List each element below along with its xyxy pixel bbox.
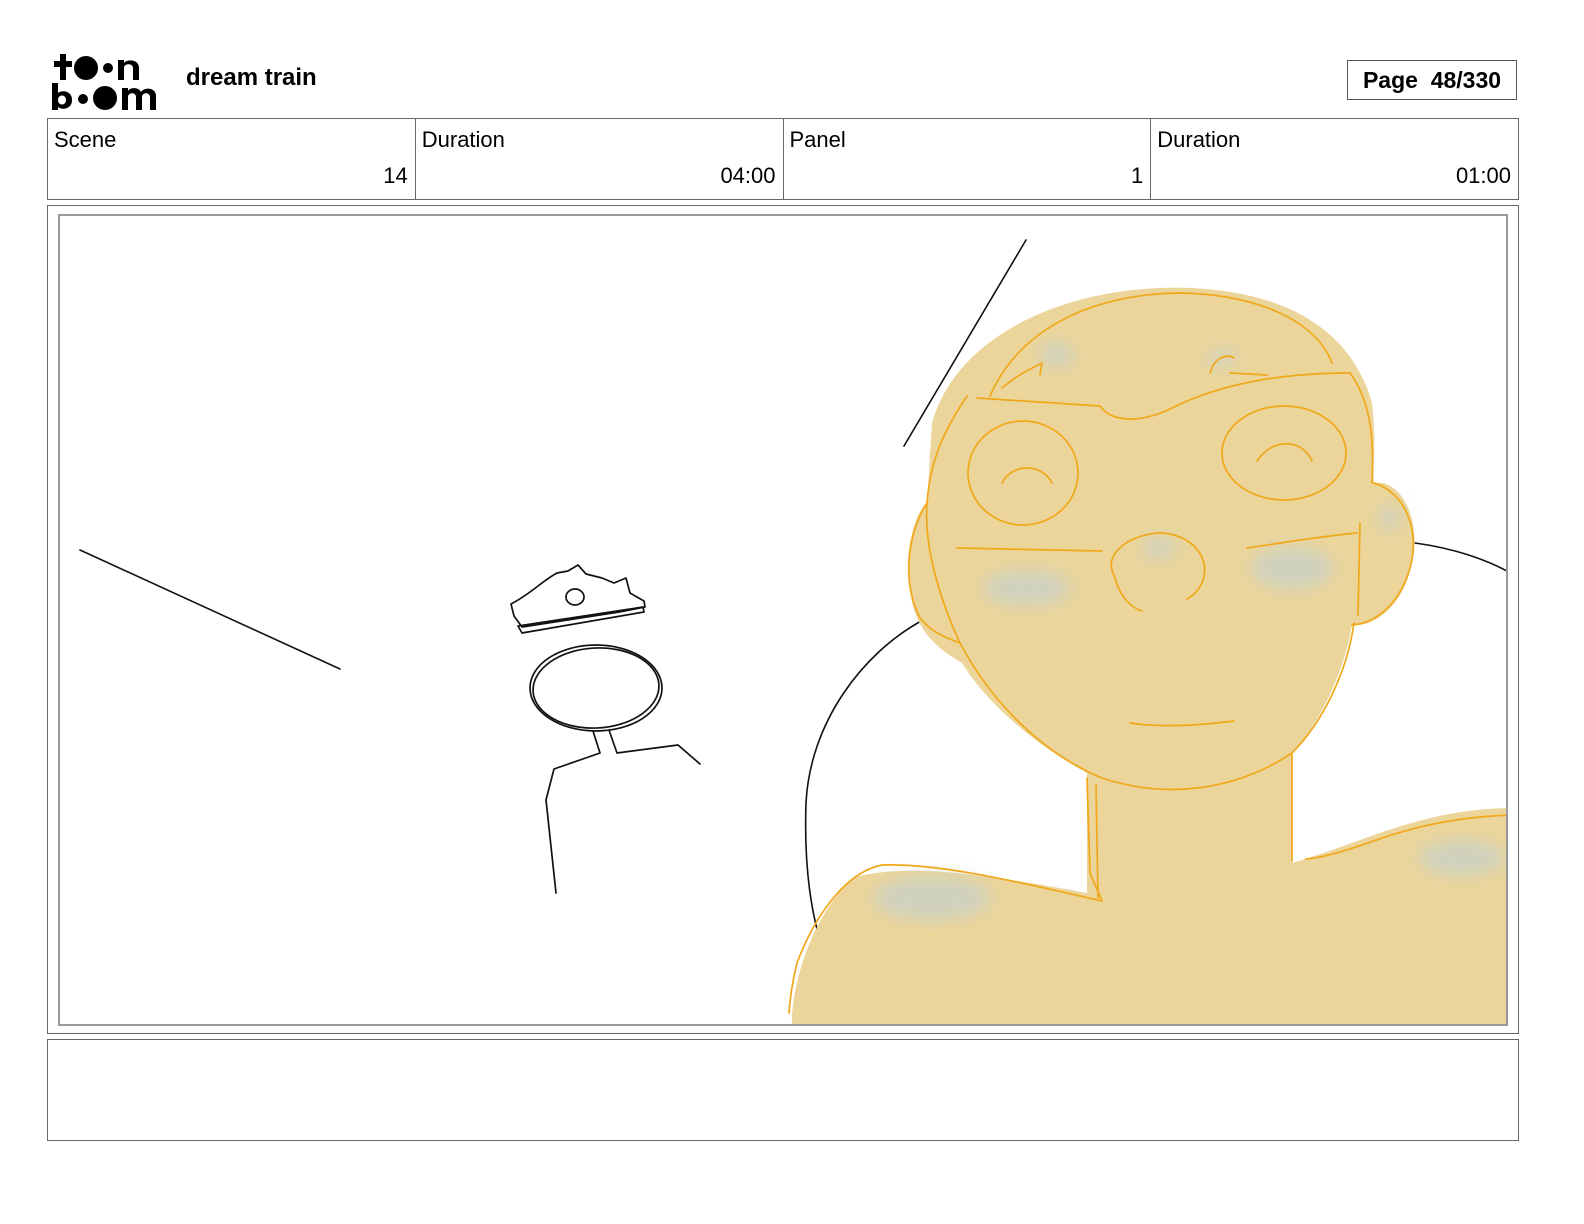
panel-label: Panel	[789, 127, 846, 152]
background-arc-right	[1414, 542, 1506, 572]
scene-label: Scene	[54, 127, 117, 152]
scene-duration-cell: Duration 04:00	[416, 119, 784, 199]
page-number: 48/330	[1430, 66, 1502, 93]
panel-sketch	[79, 239, 1506, 1024]
toon-boom-logo	[50, 50, 165, 112]
panel-cell: Panel 1	[784, 119, 1152, 199]
scene-duration-value: 04:00	[720, 163, 776, 188]
page-label: Page	[1362, 66, 1418, 93]
scene-cell: Scene 14	[48, 119, 416, 199]
distant-figure-sketch	[510, 564, 701, 894]
scene-value: 14	[383, 163, 408, 188]
foreground-character-sketch	[788, 287, 1506, 1024]
panel-duration-label: Duration	[1157, 127, 1241, 152]
storyboard-panel-frame	[47, 205, 1519, 1034]
background-line-left	[79, 549, 341, 670]
storyboard-panel-drawing	[58, 214, 1508, 1026]
scene-info-row: Scene 14 Duration 04:00 Panel 1 Duration…	[47, 118, 1519, 200]
panel-duration-cell: Duration 01:00	[1151, 119, 1518, 199]
panel-duration-value: 01:00	[1455, 163, 1511, 188]
panel-notes-box	[47, 1039, 1519, 1141]
panel-value: 1	[1131, 163, 1144, 188]
scene-duration-label: Duration	[421, 127, 505, 152]
page-indicator: Page 48/330	[1347, 60, 1517, 100]
project-title: dream train	[186, 64, 317, 91]
